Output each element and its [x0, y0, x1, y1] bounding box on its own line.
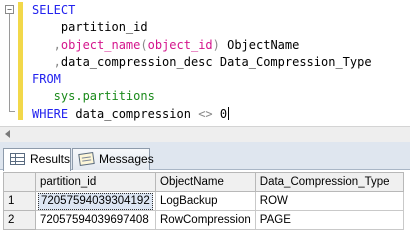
row-number[interactable]: 1	[3, 191, 36, 211]
column-header-compression-type[interactable]: Data_Compression_Type	[254, 172, 404, 192]
fold-guide-line	[9, 14, 10, 112]
code-token: partition_id	[32, 20, 148, 35]
code-token: object_id	[147, 37, 213, 52]
code-token: FROM	[32, 72, 61, 87]
column-header-object-name[interactable]: ObjectName	[155, 172, 256, 192]
header-row: partition_id ObjectName Data_Compression…	[3, 172, 404, 192]
code-token: <>	[198, 106, 213, 121]
table-row[interactable]: 2 72057594039697408 RowCompression PAGE	[3, 210, 404, 230]
code-line[interactable]: ,data_compression_desc Data_Compression_…	[32, 54, 372, 71]
changed-lines-marker	[18, 2, 23, 120]
cell-compression-type[interactable]: ROW	[254, 191, 404, 211]
message-icon	[78, 152, 95, 166]
code-token: data_compression	[75, 106, 199, 121]
tab-results-label: Results	[30, 152, 71, 166]
code-token: (	[140, 37, 148, 52]
code-token: )	[212, 37, 228, 52]
code-token: sys.partitions	[32, 89, 155, 104]
code-line[interactable]: sys.partitions	[32, 88, 372, 105]
results-table: partition_id ObjectName Data_Compression…	[3, 172, 404, 230]
tab-messages[interactable]: Messages	[72, 148, 154, 170]
code-token: object_name	[60, 37, 141, 52]
cell-partition-id[interactable]: 72057594039697408	[35, 210, 156, 230]
tab-messages-label: Messages	[99, 152, 154, 166]
text-caret	[228, 106, 230, 120]
table-row[interactable]: 1 72057594039304192 LogBackup ROW	[3, 191, 404, 211]
sql-code[interactable]: SELECT partition_id ,object_name(object_…	[32, 2, 372, 123]
code-line[interactable]: partition_id	[32, 19, 372, 36]
tab-results[interactable]: Results	[3, 148, 71, 171]
cell-compression-type[interactable]: PAGE	[254, 210, 404, 230]
code-line[interactable]: WHERE data_compression <> 0	[32, 106, 372, 123]
code-token: 0	[212, 106, 228, 121]
code-token: ,	[32, 37, 61, 52]
code-token: data_compression_desc Data_Compression_T…	[60, 54, 372, 69]
code-token: ObjectName	[227, 37, 300, 52]
editor-horizontal-scrollbar[interactable]	[0, 126, 410, 142]
row-number[interactable]: 2	[3, 210, 36, 230]
selected-cell-value: 72057594039304192	[38, 192, 153, 210]
query-editor[interactable]: − SELECT partition_id ,object_name(objec…	[0, 0, 410, 126]
results-tabbar: Results Messages	[0, 142, 410, 171]
scroll-left-arrow-icon[interactable]	[5, 130, 10, 138]
cell-object-name[interactable]: RowCompression	[155, 210, 256, 230]
select-all-corner[interactable]	[3, 172, 36, 192]
code-line[interactable]: SELECT	[32, 2, 372, 19]
column-header-partition-id[interactable]: partition_id	[35, 172, 156, 192]
code-token: WHERE	[32, 106, 76, 121]
editor-gutter: −	[0, 0, 16, 126]
code-token: SELECT	[32, 3, 76, 17]
code-line[interactable]: ,object_name(object_id) ObjectName	[32, 37, 372, 54]
cell-partition-id[interactable]: 72057594039304192	[35, 191, 156, 211]
fold-guide-end	[9, 111, 15, 112]
results-grid[interactable]: partition_id ObjectName Data_Compression…	[0, 170, 410, 230]
cell-object-name[interactable]: LogBackup	[155, 191, 256, 211]
code-token: ,	[32, 54, 61, 69]
code-line[interactable]: FROM	[32, 71, 372, 88]
collapse-region-icon[interactable]: −	[5, 5, 14, 14]
grid-icon	[10, 153, 25, 165]
